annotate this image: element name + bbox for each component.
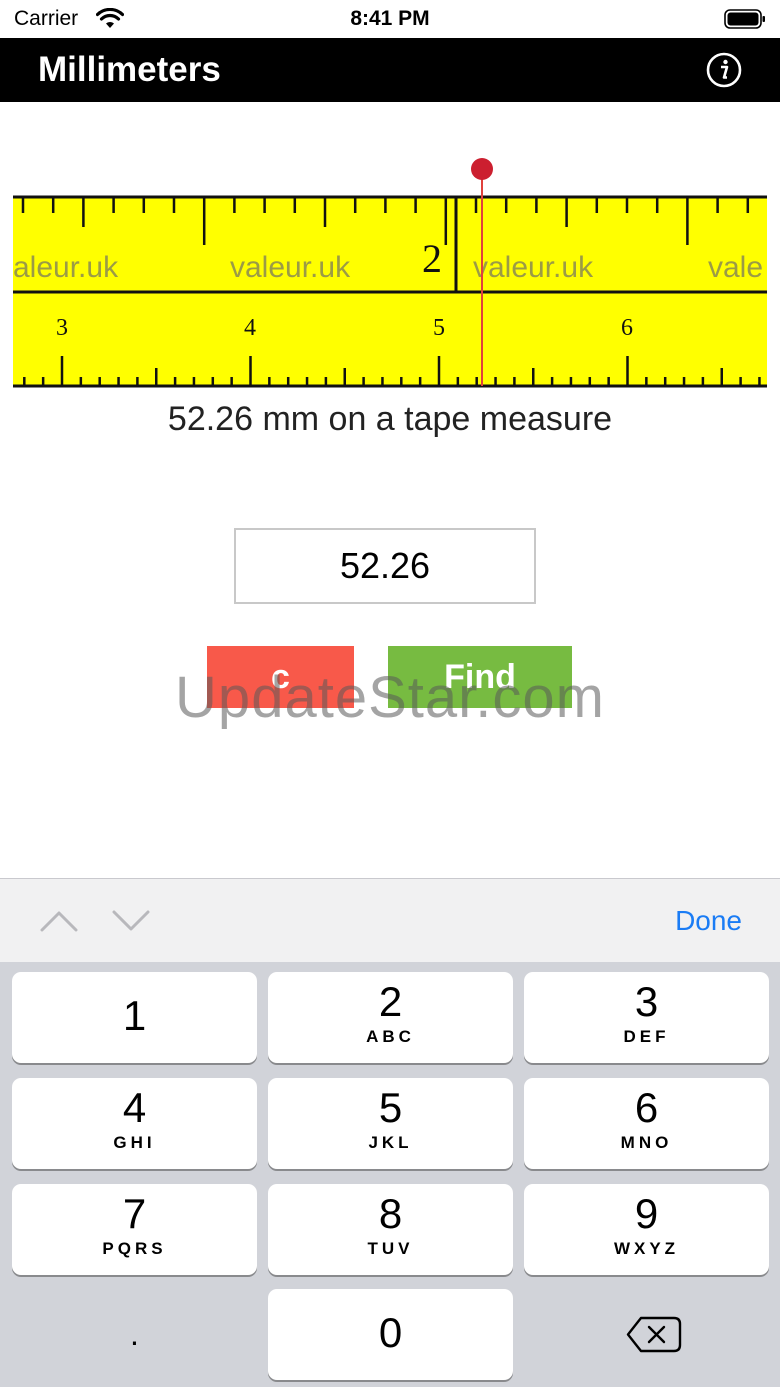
brand-text-1: aleur.uk <box>13 251 119 284</box>
info-icon[interactable] <box>706 52 742 88</box>
done-button[interactable]: Done <box>675 905 742 937</box>
key-digit: 1 <box>122 992 147 1039</box>
key-9[interactable]: 9 WXYZ <box>524 1184 769 1275</box>
measurement-input[interactable]: 52.26 <box>234 528 536 604</box>
key-digit: 2 <box>378 978 403 1025</box>
page-title: Millimeters <box>38 50 221 89</box>
key-letters: TUV <box>367 1239 414 1258</box>
key-3[interactable]: 3 DEF <box>524 972 769 1063</box>
key-letters: WXYZ <box>613 1239 680 1258</box>
status-bar: Carrier 8:41 PM <box>0 0 780 38</box>
key-6[interactable]: 6 MNO <box>524 1078 769 1169</box>
key-0[interactable]: 0 <box>268 1289 513 1380</box>
number-keypad: 1 2 ABC 3 DEF 4 GHI 5 JKL 6 MNO 7 PQRS 8… <box>0 962 780 1387</box>
key-letters: GHI <box>113 1133 156 1152</box>
key-5[interactable]: 5 JKL <box>268 1078 513 1169</box>
key-letters: MNO <box>620 1133 673 1152</box>
brand-text-4: vale <box>708 251 763 284</box>
chevron-down-icon[interactable] <box>112 909 150 933</box>
brand-text-2: valeur.uk <box>230 251 351 284</box>
clock: 8:41 PM <box>350 7 430 30</box>
key-7[interactable]: 7 PQRS <box>12 1184 257 1275</box>
key-1[interactable]: 1 <box>12 972 257 1063</box>
key-2[interactable]: 2 ABC <box>268 972 513 1063</box>
battery-icon <box>724 9 765 29</box>
key-8[interactable]: 8 TUV <box>268 1184 513 1275</box>
upper-scale-label: 2 <box>422 236 442 281</box>
backspace-icon <box>626 1316 682 1353</box>
key-digit: 8 <box>378 1190 403 1237</box>
key-digit: 5 <box>378 1084 403 1131</box>
key-4[interactable]: 4 GHI <box>12 1078 257 1169</box>
key-digit: 7 <box>122 1190 147 1237</box>
key-digit: 3 <box>634 978 659 1025</box>
brand-text-3: valeur.uk <box>473 251 594 284</box>
pointer-head <box>471 158 493 180</box>
lower-scale-label-3: 3 <box>56 315 68 341</box>
key-digit: 4 <box>122 1084 147 1131</box>
key-digit: 9 <box>634 1190 659 1237</box>
key-delete[interactable] <box>524 1289 769 1380</box>
key-digit: 0 <box>378 1309 403 1356</box>
lower-scale-label-5: 5 <box>433 315 445 341</box>
tape-measure: 2 aleur.uk valeur.uk valeur.uk vale 3 4 … <box>13 158 767 388</box>
measurement-caption: 52.26 mm on a tape measure <box>167 400 613 438</box>
watermark: UpdateStar.com <box>175 665 605 730</box>
key-decimal[interactable]: . <box>12 1289 257 1380</box>
key-letters: ABC <box>366 1027 415 1046</box>
keyboard-accessory-bar: Done <box>0 878 780 963</box>
chevron-up-icon[interactable] <box>40 909 78 933</box>
lower-scale-label-6: 6 <box>621 315 633 341</box>
nav-bar: Millimeters <box>0 38 780 102</box>
key-letters: PQRS <box>102 1239 167 1258</box>
key-letters: JKL <box>368 1133 413 1152</box>
lower-scale-label-4: 4 <box>244 315 256 341</box>
key-letters: DEF <box>623 1027 670 1046</box>
key-digit: 6 <box>634 1084 659 1131</box>
app-screen: Carrier 8:41 PM Millimeters 2 aleur.uk v… <box>0 0 780 1387</box>
